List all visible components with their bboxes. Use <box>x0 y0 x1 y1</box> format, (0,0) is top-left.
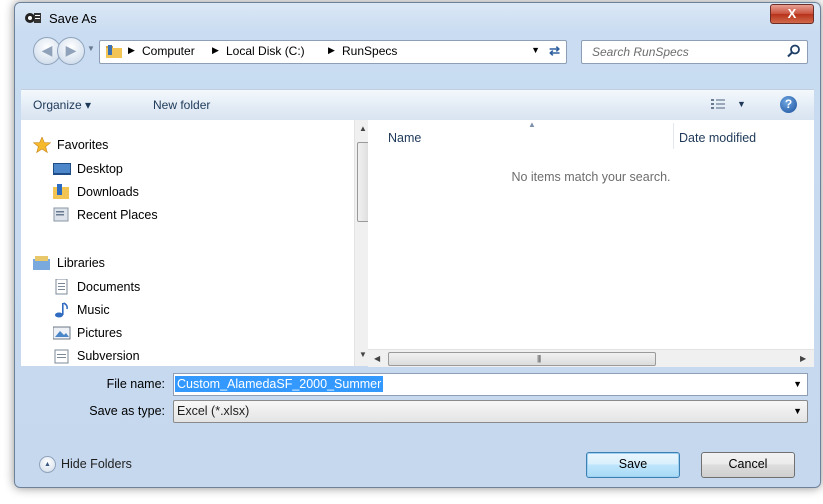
help-icon[interactable]: ? <box>780 96 797 113</box>
organize-button[interactable]: Organize ▾ <box>33 98 91 112</box>
recent-locations-dropdown-icon[interactable]: ▼ <box>87 44 95 53</box>
breadcrumb-runspecs[interactable]: RunSpecs <box>342 44 397 58</box>
downloads-folder-icon <box>53 184 69 199</box>
save-as-dialog: Save As X ◀ ▶ ▼ ▶ Computer ▶ Local Disk … <box>14 2 821 488</box>
scrollbar-grip-icon: ||| <box>537 354 541 363</box>
hide-folders-label: Hide Folders <box>61 457 132 471</box>
empty-folder-message: No items match your search. <box>511 170 671 184</box>
cancel-button[interactable]: Cancel <box>701 452 795 478</box>
breadcrumb-arrow-icon[interactable]: ▶ <box>212 45 219 56</box>
address-dropdown-icon[interactable]: ▼ <box>531 45 540 55</box>
sort-indicator-icon: ▲ <box>528 120 536 129</box>
pictures-icon <box>53 326 71 340</box>
save-button[interactable]: Save <box>586 452 680 478</box>
nav-libraries-label: Libraries <box>57 256 105 270</box>
nav-item-label: Downloads <box>77 185 139 199</box>
forward-button[interactable]: ▶ <box>57 37 85 65</box>
save-type-select[interactable]: Excel (*.xlsx) ▼ <box>173 400 808 423</box>
folder-icon <box>106 45 122 58</box>
file-name-field[interactable]: Custom_AlamedaSF_2000_Summer ▼ <box>173 373 808 396</box>
search-icon[interactable] <box>787 44 801 58</box>
file-list-hscrollbar[interactable]: ◀ ||| ▶ <box>368 349 814 367</box>
desktop-icon <box>53 163 71 175</box>
save-type-value: Excel (*.xlsx) <box>177 404 250 418</box>
file-name-dropdown-icon[interactable]: ▼ <box>793 379 802 389</box>
window-title: Save As <box>49 11 97 26</box>
save-dialog-icon <box>25 13 41 23</box>
libraries-icon <box>33 256 50 270</box>
save-type-dropdown-icon[interactable]: ▼ <box>793 406 802 416</box>
recent-places-icon <box>53 207 69 222</box>
column-header-name[interactable]: Name <box>388 131 421 145</box>
navigation-pane: Favorites Desktop Downloads Recent Place… <box>21 120 372 366</box>
breadcrumb-local-disk[interactable]: Local Disk (C:) <box>226 44 305 58</box>
save-type-label: Save as type: <box>89 404 165 418</box>
column-divider[interactable] <box>673 123 674 149</box>
scroll-down-icon[interactable]: ▼ <box>359 350 367 359</box>
scroll-right-icon[interactable]: ▶ <box>800 354 806 363</box>
new-folder-button[interactable]: New folder <box>153 98 210 112</box>
scrollbar-thumb[interactable]: ||| <box>388 352 656 366</box>
file-name-label: File name: <box>106 377 165 391</box>
nav-item-label: Recent Places <box>77 208 158 222</box>
refresh-icon[interactable]: ⇄ <box>549 43 560 59</box>
breadcrumb-arrow-icon[interactable]: ▶ <box>328 45 335 56</box>
file-list-pane: ▲ Name Date modified No items match your… <box>368 120 814 367</box>
documents-icon <box>55 279 68 295</box>
file-name-value[interactable]: Custom_AlamedaSF_2000_Summer <box>175 376 384 392</box>
music-icon <box>55 302 68 318</box>
nav-item-label: Pictures <box>77 326 123 340</box>
search-input[interactable]: Search RunSpecs <box>581 40 808 64</box>
search-placeholder: Search RunSpecs <box>592 45 689 59</box>
nav-item-label: Subversion <box>77 349 140 363</box>
title-bar[interactable]: Save As X <box>15 3 820 31</box>
scroll-left-icon[interactable]: ◀ <box>374 354 380 363</box>
nav-item-label: Music <box>77 303 110 317</box>
nav-favorites-label: Favorites <box>57 138 109 152</box>
close-button[interactable]: X <box>770 4 814 24</box>
collapse-up-icon: ▲ <box>39 456 56 473</box>
star-icon <box>33 137 51 153</box>
view-dropdown-icon[interactable]: ▼ <box>737 99 746 109</box>
view-options-icon[interactable] <box>711 99 725 110</box>
back-arrow-icon: ◀ <box>41 42 53 58</box>
breadcrumb-computer[interactable]: Computer <box>142 44 195 58</box>
address-bar[interactable]: ▶ Computer ▶ Local Disk (C:) ▶ RunSpecs … <box>99 40 567 64</box>
breadcrumb-arrow-icon[interactable]: ▶ <box>128 45 135 56</box>
nav-item-label: Documents <box>77 280 141 294</box>
column-header-date-modified[interactable]: Date modified <box>679 131 756 145</box>
forward-arrow-icon: ▶ <box>65 42 77 58</box>
subversion-icon <box>54 349 69 364</box>
command-toolbar: Organize ▾ New folder ▼ ? <box>21 89 814 121</box>
scroll-up-icon[interactable]: ▲ <box>359 124 367 133</box>
nav-item-label: Desktop <box>77 162 123 176</box>
